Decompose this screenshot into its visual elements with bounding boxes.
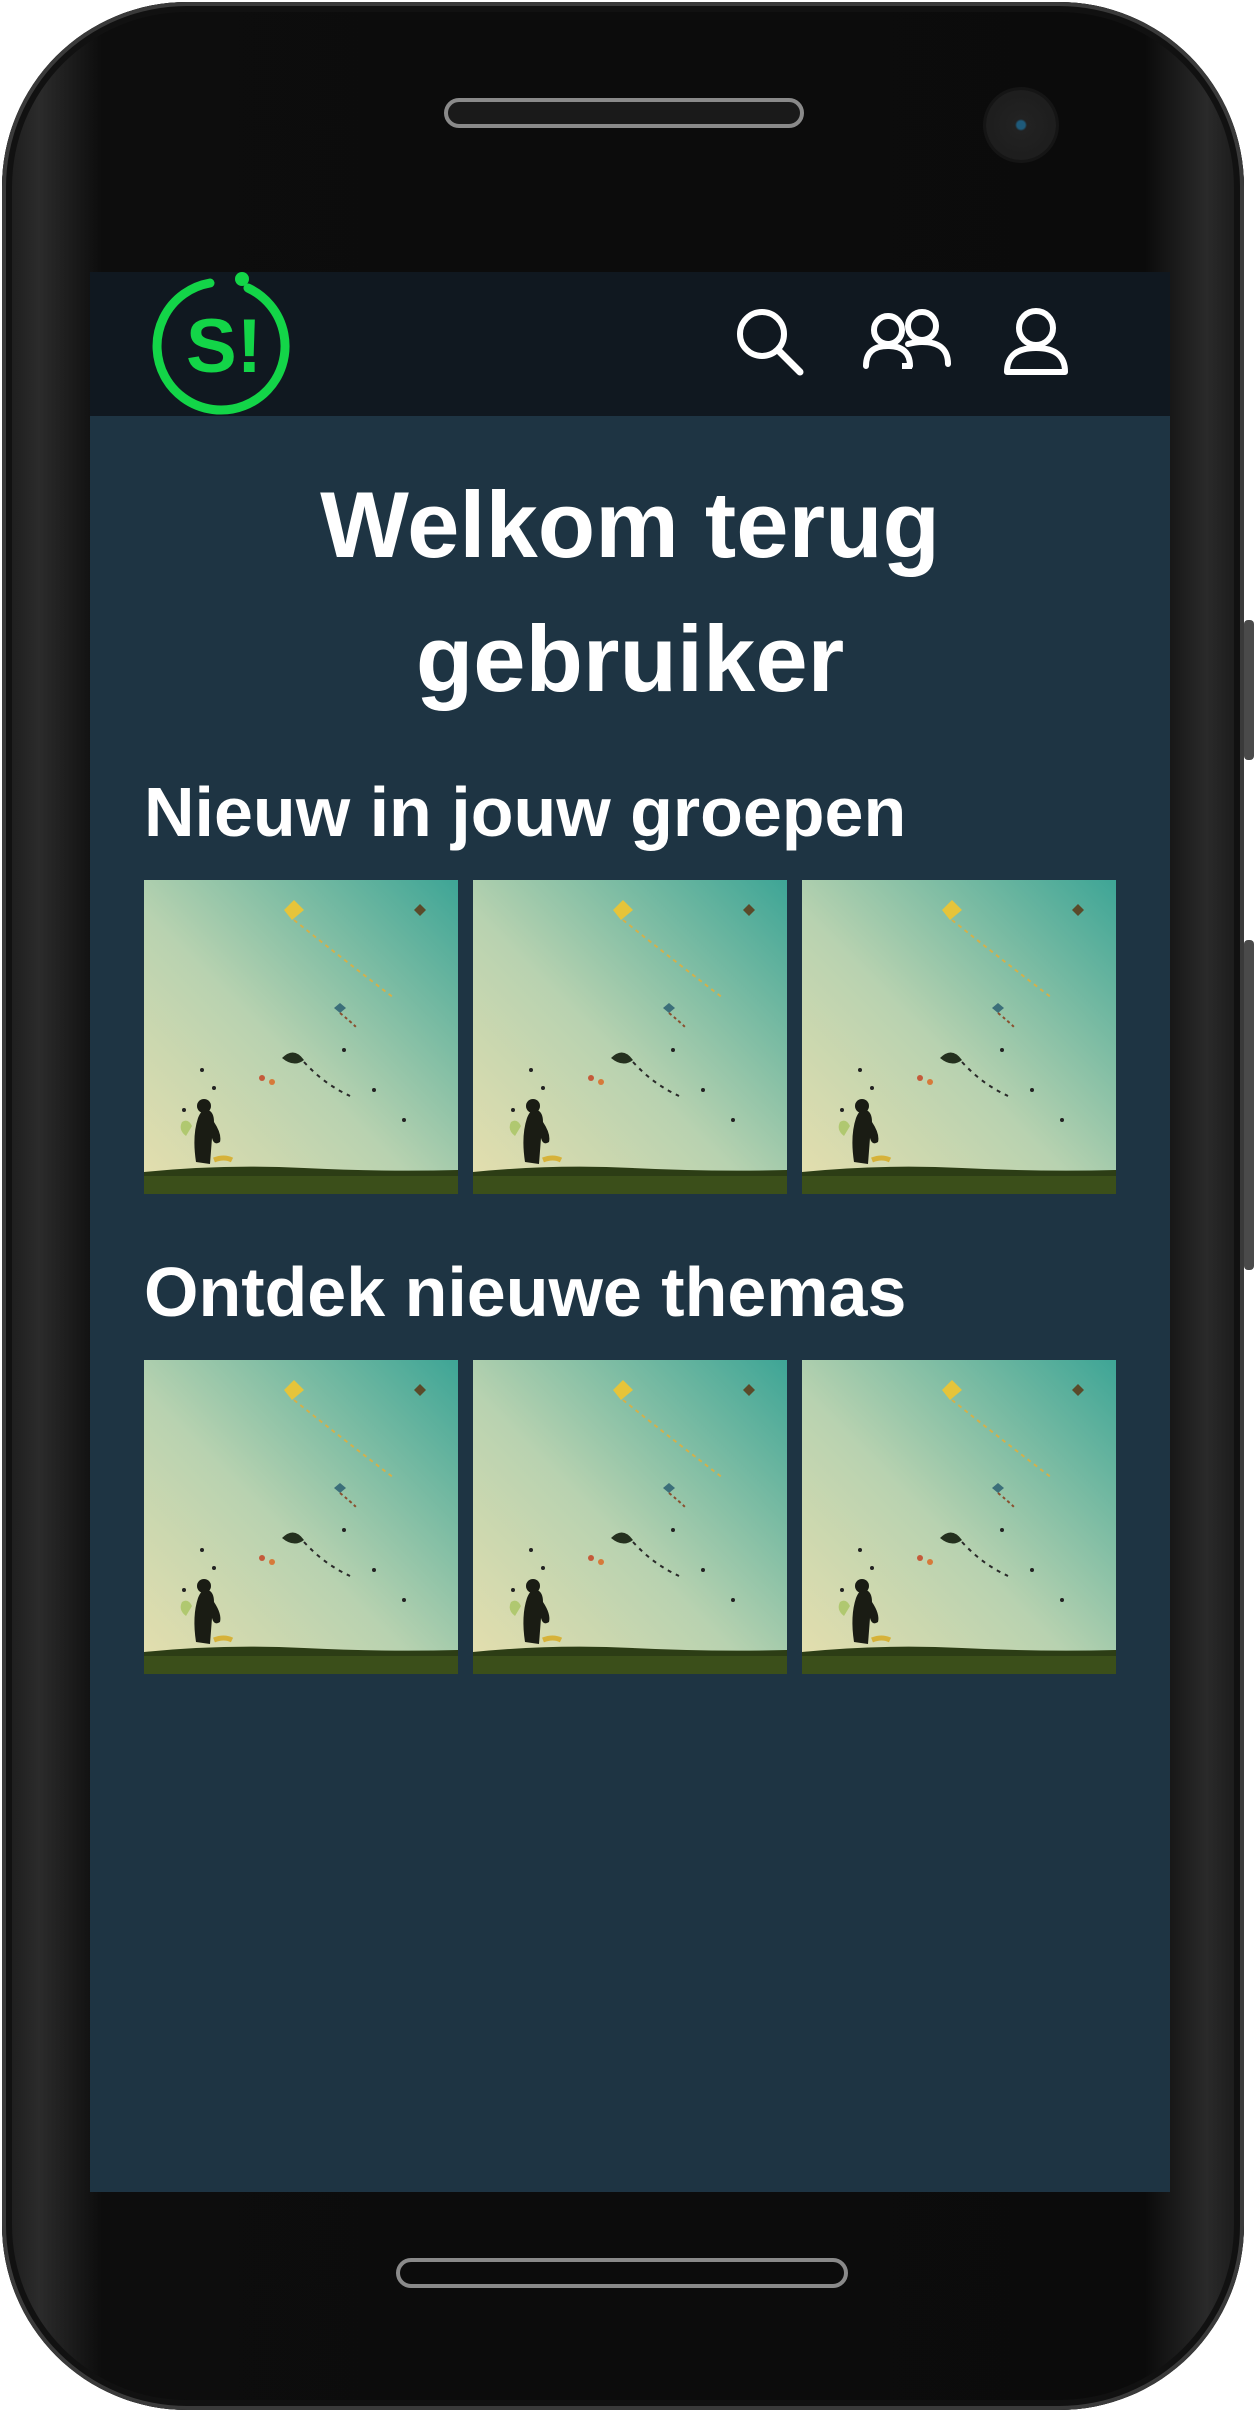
app-logo[interactable]: S! (148, 272, 294, 418)
profile-icon[interactable] (1000, 306, 1072, 378)
themes-item-1[interactable] (144, 1360, 458, 1674)
kite-photo-image (144, 880, 458, 1194)
themes-thumbnail-row (144, 1360, 1116, 1674)
front-camera (986, 90, 1056, 160)
kite-photo-image (144, 1360, 458, 1674)
themes-item-2[interactable] (473, 1360, 787, 1674)
app-screen: S! Welkom terug gebruiker Nieuw in jouw … (90, 272, 1170, 2192)
groups-item-1[interactable] (144, 880, 458, 1194)
phone-power-button (1244, 620, 1254, 760)
themes-item-3[interactable] (802, 1360, 1116, 1674)
welcome-line-2: gebruiker (415, 606, 845, 711)
groups-thumbnail-row (144, 880, 1116, 1194)
welcome-line-1: Welkom terug (320, 472, 940, 577)
logo-text: S! (186, 304, 262, 389)
kite-photo-image (473, 1360, 787, 1674)
groups-item-3[interactable] (802, 880, 1116, 1194)
groups-item-2[interactable] (473, 880, 787, 1194)
phone-frame: S! Welkom terug gebruiker Nieuw in jouw … (0, 0, 1260, 2415)
phone-volume-button (1244, 940, 1254, 1270)
section-title-groups: Nieuw in jouw groepen (144, 773, 907, 851)
app-header: S! (90, 272, 1170, 416)
section-title-themes: Ontdek nieuwe themas (144, 1253, 907, 1331)
groups-icon[interactable] (860, 306, 954, 378)
search-icon[interactable] (734, 306, 806, 378)
welcome-heading: Welkom terug gebruiker (90, 458, 1170, 726)
logo-icon: S! (152, 272, 290, 415)
kite-photo-image (802, 880, 1116, 1194)
kite-photo-image (473, 880, 787, 1194)
kite-photo-image (802, 1360, 1116, 1674)
earpiece-speaker (444, 98, 804, 128)
bottom-speaker (396, 2258, 848, 2288)
